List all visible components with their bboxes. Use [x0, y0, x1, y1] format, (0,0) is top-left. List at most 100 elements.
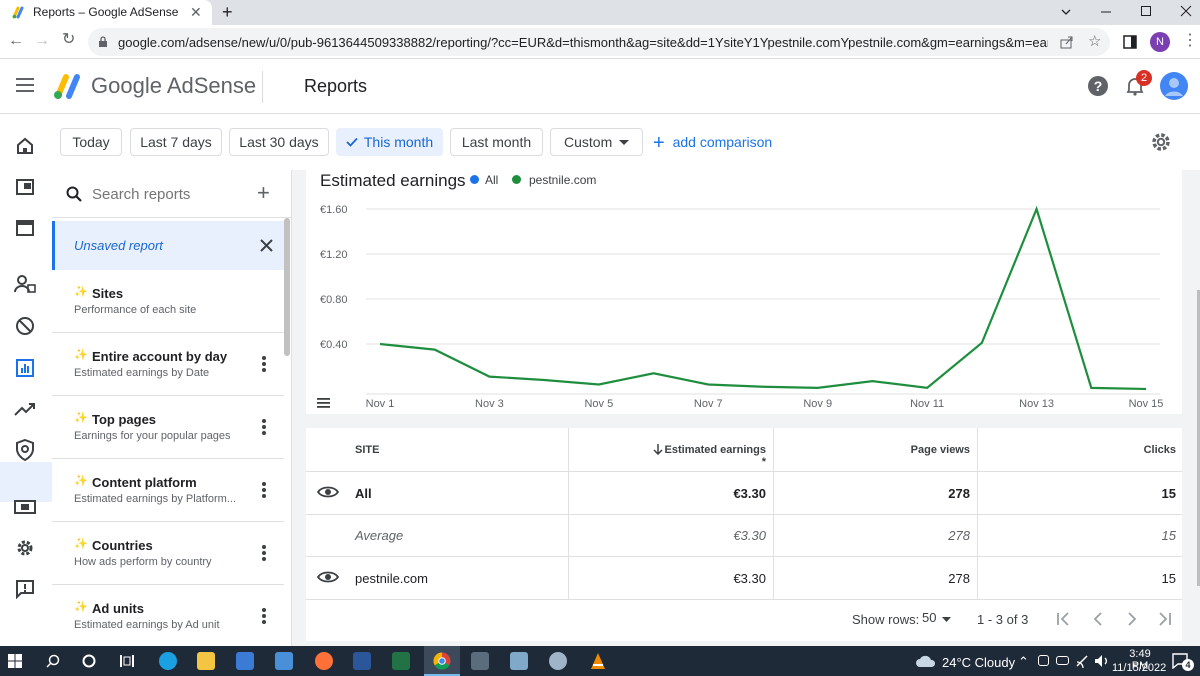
first-page-icon[interactable]: [1056, 612, 1070, 626]
tray-chevron-up-icon[interactable]: ⌃: [1018, 654, 1029, 670]
search-reports-input[interactable]: [92, 183, 242, 205]
share-icon[interactable]: [1060, 35, 1074, 49]
close-icon[interactable]: [260, 239, 273, 252]
report-item-top-pages[interactable]: ✨ Top pages Earnings for your popular pa…: [52, 397, 284, 459]
task-view-icon[interactable]: [120, 654, 134, 668]
feedback-icon[interactable]: [12, 576, 38, 602]
report-description: How ads perform by country: [74, 556, 212, 568]
reports-icon[interactable]: [12, 355, 38, 381]
volume-icon[interactable]: [1094, 654, 1110, 668]
word-icon[interactable]: [353, 652, 371, 670]
windows-start-icon[interactable]: [8, 654, 22, 668]
ads-icon[interactable]: [12, 174, 38, 200]
report-item-countries[interactable]: ✨ Countries How ads perform by country: [52, 523, 284, 585]
column-header-earnings[interactable]: Estimated earnings *: [648, 444, 766, 468]
mail-icon[interactable]: [275, 652, 293, 670]
visibility-eye-icon[interactable]: [317, 570, 339, 584]
close-tab-icon[interactable]: ✕: [190, 5, 202, 19]
last-page-icon[interactable]: [1158, 612, 1172, 626]
notes-app-icon[interactable]: [510, 652, 528, 670]
report-item-ad-units[interactable]: ✨ Ad units Estimated earnings by Ad unit: [52, 586, 284, 646]
column-header-clicks[interactable]: Clicks: [1066, 444, 1176, 456]
row-pageviews: 278: [948, 571, 970, 586]
tab-title: Reports – Google AdSense: [33, 5, 179, 19]
column-header-site[interactable]: SITE: [355, 444, 379, 456]
help-icon[interactable]: ?: [1088, 76, 1108, 96]
next-page-icon[interactable]: [1126, 612, 1138, 626]
filter-this-month-button[interactable]: This month: [336, 128, 443, 156]
edge-icon[interactable]: [159, 652, 177, 670]
filter-last-7-days-button[interactable]: Last 7 days: [130, 128, 222, 156]
calculator-icon[interactable]: [471, 652, 489, 670]
add-comparison-button[interactable]: + add comparison: [653, 128, 772, 156]
taskbar-search-icon[interactable]: [46, 654, 60, 668]
file-explorer-icon[interactable]: [197, 652, 215, 670]
omnibox[interactable]: google.com/adsense/new/u/0/pub-961364450…: [88, 28, 1110, 56]
more-options-icon[interactable]: [258, 606, 270, 626]
blocking-controls-icon[interactable]: [12, 313, 38, 339]
profile-avatar[interactable]: N: [1150, 32, 1170, 52]
search-reports-box[interactable]: +: [52, 170, 291, 218]
report-item-sites[interactable]: ✨ Sites Performance of each site: [52, 271, 284, 333]
hamburger-menu-icon[interactable]: [16, 77, 34, 93]
visibility-eye-icon[interactable]: [317, 485, 339, 499]
panel-scrollbar[interactable]: [284, 218, 290, 356]
add-report-plus-icon[interactable]: +: [257, 180, 270, 206]
forward-icon[interactable]: →: [34, 33, 50, 49]
more-options-icon[interactable]: [258, 543, 270, 563]
window-close-icon[interactable]: [1180, 5, 1192, 17]
filter-last-30-days-button[interactable]: Last 30 days: [229, 128, 329, 156]
browser-tab[interactable]: Reports – Google AdSense ✕: [0, 0, 212, 25]
wifi-icon[interactable]: [1075, 654, 1089, 668]
filter-custom-label: Custom: [564, 134, 613, 150]
back-icon[interactable]: ←: [8, 33, 24, 49]
chevron-down-icon[interactable]: [1060, 6, 1072, 18]
policy-center-icon[interactable]: [12, 437, 38, 463]
filter-custom-dropdown[interactable]: Custom: [550, 128, 643, 156]
side-panel-icon[interactable]: [1123, 35, 1137, 49]
more-options-icon[interactable]: [258, 417, 270, 437]
optimization-trend-icon[interactable]: [12, 396, 38, 422]
y-tick-label: €1.60: [320, 204, 348, 216]
excel-icon[interactable]: [392, 652, 410, 670]
chrome-icon: [433, 652, 451, 670]
report-settings-gear-icon[interactable]: [1150, 131, 1172, 153]
vlc-icon[interactable]: [589, 652, 607, 670]
more-options-icon[interactable]: [258, 480, 270, 500]
maximize-icon[interactable]: [1140, 5, 1152, 17]
report-item-entire-account[interactable]: ✨ Entire account by day Estimated earnin…: [52, 334, 284, 396]
new-tab-icon[interactable]: +: [222, 3, 233, 21]
settings-icon[interactable]: [12, 535, 38, 561]
column-header-pageviews[interactable]: Page views: [866, 444, 970, 456]
cortana-icon[interactable]: [82, 654, 96, 668]
clock-date[interactable]: 11/15/2022: [1112, 662, 1166, 674]
filter-today-button[interactable]: Today: [60, 128, 122, 156]
tray-app-icon[interactable]: [1038, 655, 1049, 666]
firefox-icon[interactable]: [315, 652, 333, 670]
privacy-messaging-icon[interactable]: [12, 271, 38, 297]
weather-text[interactable]: 24°C Cloudy: [942, 655, 1015, 670]
earnings-line-chart[interactable]: €1.60 €1.20 €0.80 €0.40 Nov 1 Nov 3 Nov 5 Nov …: [306, 170, 1182, 414]
home-icon[interactable]: [12, 133, 38, 159]
store-icon[interactable]: [236, 652, 254, 670]
chart-menu-icon[interactable]: [317, 397, 331, 409]
payments-icon[interactable]: [12, 494, 38, 520]
unsaved-report-item[interactable]: Unsaved report: [52, 221, 284, 270]
battery-icon[interactable]: [1056, 656, 1069, 665]
filter-last-month-button[interactable]: Last month: [450, 128, 543, 156]
chrome-menu-icon[interactable]: ⋮: [1182, 33, 1198, 49]
rows-per-page-value: 50: [922, 610, 937, 625]
x-tick-label: Nov 7: [694, 398, 723, 410]
rows-per-page-select[interactable]: 50: [922, 610, 956, 630]
taskbar-active-app[interactable]: [424, 646, 460, 676]
reload-icon[interactable]: ↻: [62, 32, 75, 48]
report-item-content-platform[interactable]: ✨ Content platform Estimated earnings by…: [52, 460, 284, 522]
bookmark-star-icon[interactable]: ☆: [1088, 34, 1101, 49]
snipping-tool-icon[interactable]: [549, 652, 567, 670]
previous-page-icon[interactable]: [1092, 612, 1104, 626]
minimize-icon[interactable]: [1100, 6, 1112, 18]
row-pageviews: 278: [948, 528, 970, 543]
sites-icon[interactable]: [12, 215, 38, 241]
more-options-icon[interactable]: [258, 354, 270, 374]
account-avatar-icon[interactable]: [1160, 72, 1188, 100]
